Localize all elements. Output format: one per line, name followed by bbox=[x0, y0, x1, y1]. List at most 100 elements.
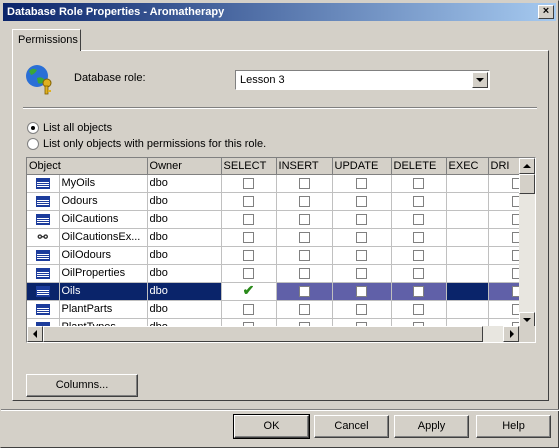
dri-checkbox[interactable] bbox=[512, 267, 519, 279]
select-permission-cell[interactable] bbox=[221, 192, 277, 211]
radio-list-all-button[interactable] bbox=[27, 122, 39, 135]
select-permission-cell[interactable] bbox=[221, 174, 277, 193]
table-row[interactable]: Oils dbo ✔ bbox=[27, 282, 519, 301]
delete-permission-cell[interactable] bbox=[391, 192, 447, 211]
table-row[interactable]: Odours dbo bbox=[27, 192, 519, 211]
dri-permission-cell[interactable] bbox=[488, 192, 519, 211]
delete-checkbox[interactable] bbox=[413, 249, 425, 261]
dri-permission-cell[interactable] bbox=[488, 246, 519, 265]
delete-checkbox[interactable] bbox=[413, 267, 425, 279]
cancel-button[interactable]: Cancel bbox=[314, 415, 389, 438]
insert-checkbox[interactable] bbox=[298, 195, 310, 207]
dri-checkbox[interactable] bbox=[512, 195, 519, 207]
dri-checkbox[interactable] bbox=[512, 249, 519, 261]
delete-permission-cell[interactable] bbox=[391, 282, 447, 301]
select-permission-cell[interactable] bbox=[221, 300, 277, 319]
dri-checkbox[interactable] bbox=[512, 177, 519, 189]
update-checkbox[interactable] bbox=[356, 249, 368, 261]
update-permission-cell[interactable] bbox=[332, 282, 392, 301]
update-checkbox[interactable] bbox=[356, 177, 368, 189]
insert-checkbox[interactable] bbox=[298, 249, 310, 261]
dri-checkbox[interactable] bbox=[512, 231, 519, 243]
update-checkbox[interactable] bbox=[356, 267, 368, 279]
scroll-up-icon[interactable] bbox=[519, 158, 535, 174]
checkmark-icon[interactable]: ✔ bbox=[243, 282, 255, 298]
delete-checkbox[interactable] bbox=[413, 195, 425, 207]
select-checkbox[interactable] bbox=[243, 177, 255, 189]
dri-checkbox[interactable] bbox=[512, 303, 519, 315]
table-row[interactable]: MyOils dbo bbox=[27, 174, 519, 193]
insert-permission-cell[interactable] bbox=[276, 228, 333, 247]
insert-permission-cell[interactable] bbox=[276, 174, 333, 193]
delete-checkbox[interactable] bbox=[413, 177, 425, 189]
table-row[interactable]: ⚯ OilCautionsEx... dbo bbox=[27, 228, 519, 247]
update-permission-cell[interactable] bbox=[332, 300, 392, 319]
delete-checkbox[interactable] bbox=[413, 231, 425, 243]
update-checkbox[interactable] bbox=[356, 213, 368, 225]
column-header-object[interactable]: Object bbox=[27, 158, 148, 175]
columns-button[interactable]: Columns... bbox=[26, 374, 138, 397]
delete-permission-cell[interactable] bbox=[391, 264, 447, 283]
column-header-dri[interactable]: DRI bbox=[488, 158, 519, 175]
dri-permission-cell[interactable] bbox=[488, 264, 519, 283]
delete-checkbox[interactable] bbox=[413, 285, 425, 297]
horizontal-scroll-thumb[interactable] bbox=[43, 326, 483, 342]
delete-permission-cell[interactable] bbox=[391, 246, 447, 265]
tab-permissions[interactable]: Permissions bbox=[12, 29, 81, 51]
scroll-right-icon[interactable] bbox=[503, 326, 519, 342]
radio-list-all[interactable]: List all objects bbox=[27, 122, 112, 136]
insert-checkbox[interactable] bbox=[298, 231, 310, 243]
close-icon[interactable]: × bbox=[538, 5, 554, 19]
insert-permission-cell[interactable] bbox=[276, 282, 333, 301]
update-checkbox[interactable] bbox=[356, 285, 368, 297]
select-checkbox[interactable] bbox=[243, 231, 255, 243]
select-permission-cell[interactable] bbox=[221, 264, 277, 283]
select-checkbox[interactable] bbox=[243, 195, 255, 207]
select-checkbox[interactable] bbox=[243, 213, 255, 225]
apply-button[interactable]: Apply bbox=[394, 415, 469, 438]
delete-permission-cell[interactable] bbox=[391, 300, 447, 319]
update-permission-cell[interactable] bbox=[332, 228, 392, 247]
chevron-down-icon[interactable] bbox=[472, 72, 488, 88]
insert-checkbox[interactable] bbox=[298, 177, 310, 189]
insert-permission-cell[interactable] bbox=[276, 210, 333, 229]
table-row[interactable]: PlantParts dbo bbox=[27, 300, 519, 319]
horizontal-scrollbar[interactable] bbox=[27, 326, 519, 342]
database-role-select[interactable]: Lesson 3 bbox=[235, 70, 490, 90]
ok-button[interactable]: OK bbox=[233, 414, 310, 439]
column-header-update[interactable]: UPDATE bbox=[332, 158, 392, 175]
delete-checkbox[interactable] bbox=[413, 213, 425, 225]
table-row[interactable]: OilOdours dbo bbox=[27, 246, 519, 265]
select-permission-cell[interactable] bbox=[221, 246, 277, 265]
column-header-insert[interactable]: INSERT bbox=[276, 158, 333, 175]
table-row[interactable]: OilCautions dbo bbox=[27, 210, 519, 229]
insert-checkbox[interactable] bbox=[298, 303, 310, 315]
dri-permission-cell[interactable] bbox=[488, 282, 519, 301]
radio-list-only-button[interactable] bbox=[27, 138, 39, 151]
table-row[interactable]: OilProperties dbo bbox=[27, 264, 519, 283]
column-header-exec[interactable]: EXEC bbox=[446, 158, 489, 175]
insert-checkbox[interactable] bbox=[298, 213, 310, 225]
permissions-grid[interactable]: Object Owner SELECT INSERT UPDATE DELETE… bbox=[26, 157, 536, 343]
radio-list-only[interactable]: List only objects with permissions for t… bbox=[27, 138, 266, 152]
dri-checkbox[interactable] bbox=[512, 285, 519, 297]
column-header-delete[interactable]: DELETE bbox=[391, 158, 447, 175]
update-checkbox[interactable] bbox=[356, 195, 368, 207]
vertical-scroll-thumb[interactable] bbox=[519, 174, 535, 194]
dri-checkbox[interactable] bbox=[512, 213, 519, 225]
delete-checkbox[interactable] bbox=[413, 303, 425, 315]
dri-permission-cell[interactable] bbox=[488, 174, 519, 193]
column-header-owner[interactable]: Owner bbox=[147, 158, 222, 175]
insert-checkbox[interactable] bbox=[298, 285, 310, 297]
insert-permission-cell[interactable] bbox=[276, 264, 333, 283]
select-checkbox[interactable] bbox=[243, 249, 255, 261]
update-permission-cell[interactable] bbox=[332, 246, 392, 265]
update-checkbox[interactable] bbox=[356, 231, 368, 243]
insert-checkbox[interactable] bbox=[298, 267, 310, 279]
insert-permission-cell[interactable] bbox=[276, 300, 333, 319]
help-button[interactable]: Help bbox=[476, 415, 551, 438]
delete-permission-cell[interactable] bbox=[391, 210, 447, 229]
select-checkbox[interactable] bbox=[243, 267, 255, 279]
scroll-left-icon[interactable] bbox=[27, 326, 43, 342]
update-checkbox[interactable] bbox=[356, 303, 368, 315]
